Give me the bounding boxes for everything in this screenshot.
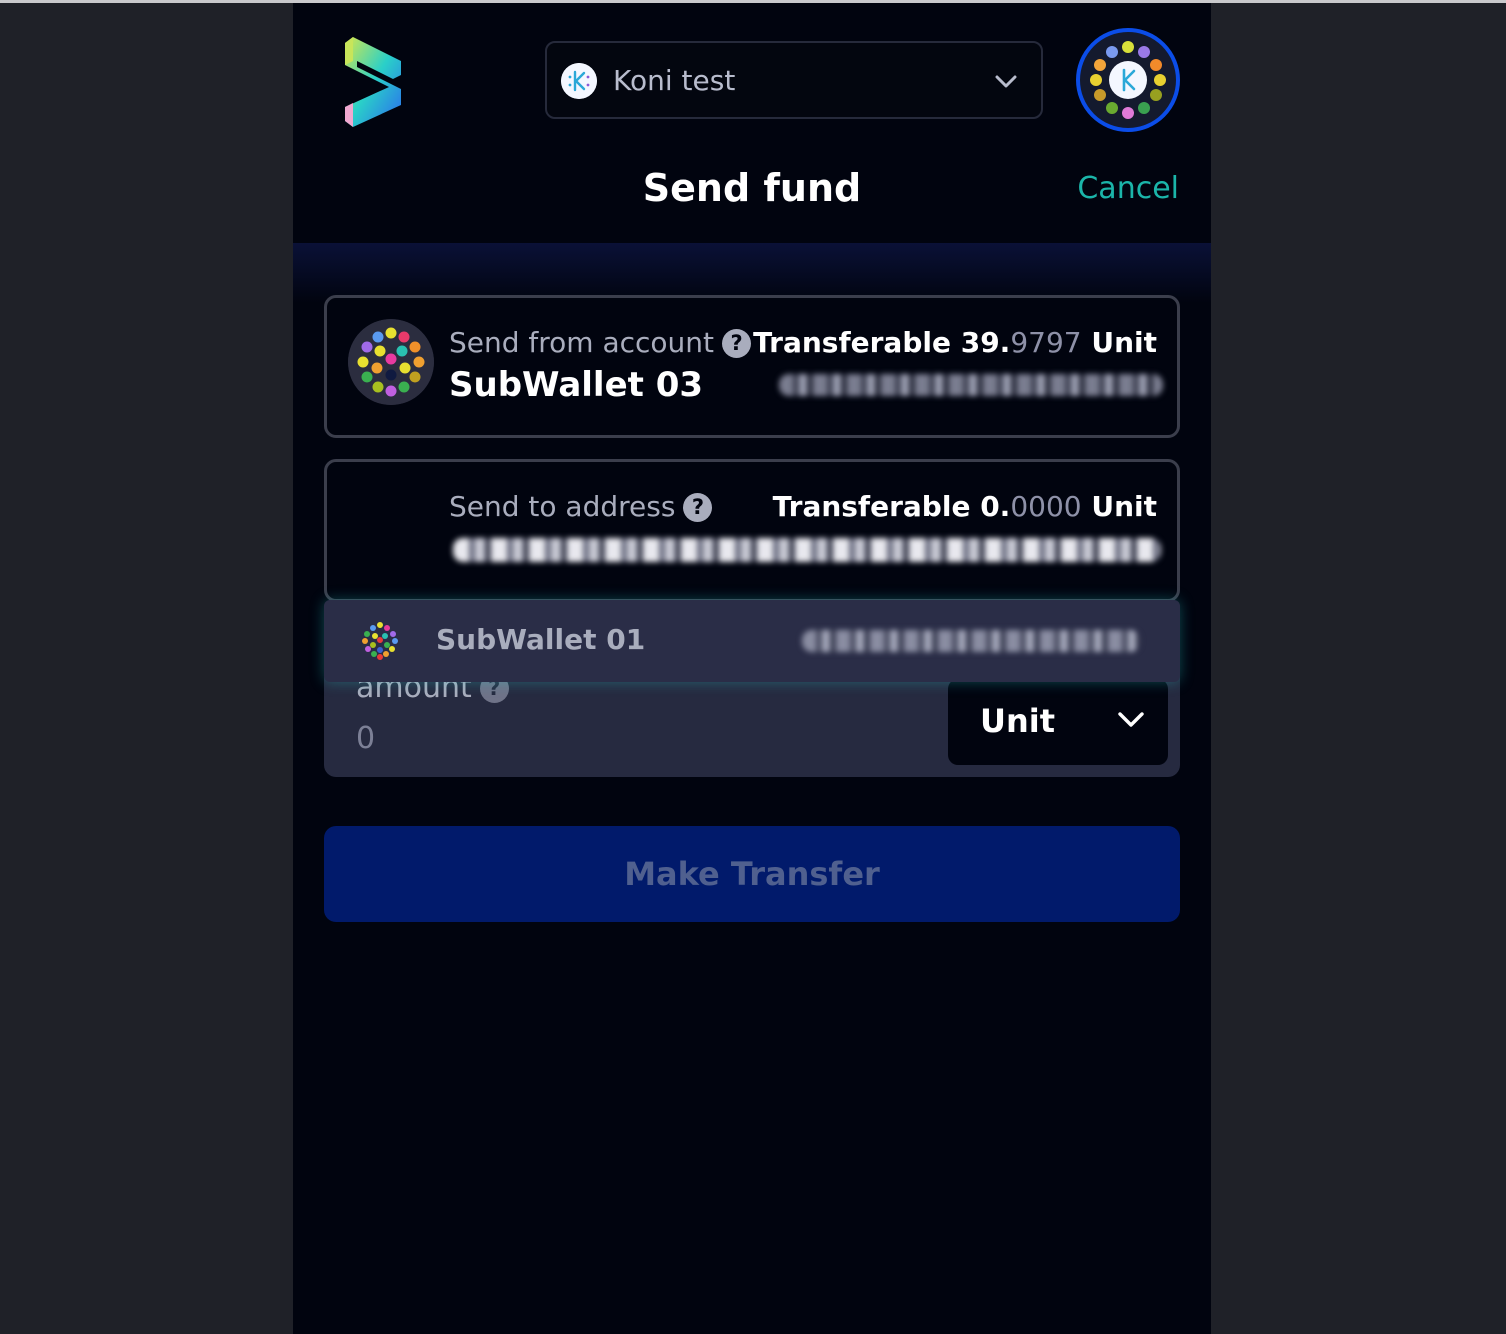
amount-input[interactable]: 0 bbox=[356, 721, 375, 757]
cancel-button[interactable]: Cancel bbox=[1077, 169, 1179, 209]
send-to-address-card[interactable]: Send to address? Transferable 0.0000 Uni… bbox=[324, 459, 1180, 602]
token-label: Unit bbox=[980, 702, 1056, 740]
help-icon[interactable]: ? bbox=[722, 329, 752, 358]
network-icon bbox=[561, 63, 597, 99]
identicon-avatar-icon bbox=[362, 622, 398, 660]
page-title: Send fund bbox=[642, 166, 862, 210]
token-selector[interactable]: Unit bbox=[948, 679, 1168, 765]
help-icon[interactable]: ? bbox=[683, 493, 713, 522]
to-address-input-redacted[interactable] bbox=[453, 538, 1161, 562]
from-address-redacted bbox=[779, 374, 1163, 396]
send-from-label: Send from account? bbox=[449, 326, 752, 360]
chevron-down-icon bbox=[995, 75, 1017, 88]
content-divider bbox=[293, 243, 1211, 303]
suggestion-address-redacted bbox=[802, 630, 1140, 652]
identicon-avatar-icon bbox=[1082, 34, 1174, 126]
address-suggestion-item[interactable]: SubWallet 01 bbox=[324, 600, 1180, 682]
from-transferable-balance: Transferable 39.9797 Unit bbox=[753, 326, 1157, 359]
subwallet-logo-icon[interactable] bbox=[341, 37, 405, 127]
to-transferable-balance: Transferable 0.0000 Unit bbox=[772, 490, 1157, 523]
account-avatar-button[interactable] bbox=[1076, 28, 1180, 132]
send-to-label: Send to address? bbox=[449, 490, 713, 524]
chevron-down-icon bbox=[1118, 712, 1144, 727]
suggestion-account-name: SubWallet 01 bbox=[436, 623, 646, 656]
send-from-account-card[interactable]: Send from account? SubWallet 03 Transfer… bbox=[324, 295, 1180, 438]
network-selector[interactable]: Koni test bbox=[545, 41, 1043, 119]
extension-popup: Koni test Send fund Cancel Send from acc… bbox=[293, 3, 1211, 1334]
make-transfer-button[interactable]: Make Transfer bbox=[324, 826, 1180, 922]
from-account-name: SubWallet 03 bbox=[449, 365, 704, 405]
identicon-avatar-icon bbox=[348, 319, 434, 405]
network-label: Koni test bbox=[613, 64, 736, 97]
